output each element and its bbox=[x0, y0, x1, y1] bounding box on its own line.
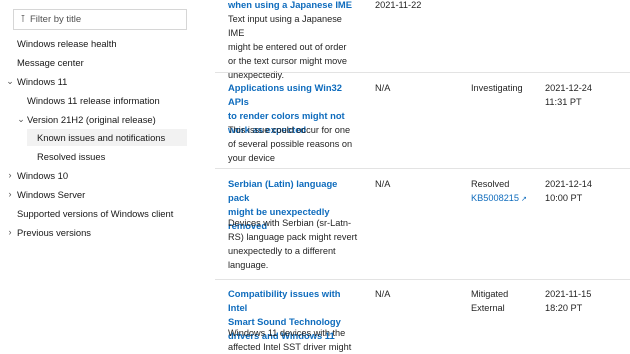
sidebar-item-windows-10[interactable]: Windows 10 bbox=[17, 167, 68, 184]
sidebar-item-windows-11[interactable]: Windows 11 bbox=[17, 73, 67, 90]
status-text: Investigating bbox=[471, 83, 523, 93]
chevron-down-icon[interactable]: ⌄ bbox=[17, 111, 25, 128]
row-divider bbox=[215, 72, 630, 73]
status-cell: Resolved KB5008215 ↗ bbox=[471, 177, 527, 207]
row-divider bbox=[215, 279, 630, 280]
issue-date: 2021-11-15 18:20 PT bbox=[545, 289, 592, 313]
status-text: Mitigated External bbox=[471, 289, 509, 313]
sidebar-item-windows-server[interactable]: Windows Server bbox=[17, 186, 85, 203]
sidebar-item-message-center[interactable]: Message center bbox=[17, 54, 84, 71]
chevron-right-icon[interactable]: › bbox=[6, 224, 14, 241]
originating-update: N/A bbox=[375, 83, 391, 93]
filter-box[interactable]: ⊺ bbox=[13, 9, 187, 30]
row-divider bbox=[215, 168, 630, 169]
sidebar-item-version-21h2[interactable]: Version 21H2 (original release) bbox=[27, 111, 156, 128]
issue-date: 2021-12-14 10:00 PT bbox=[545, 179, 592, 203]
sidebar-item-resolved-issues[interactable]: Resolved issues bbox=[37, 148, 105, 165]
sidebar-item-previous-versions[interactable]: Previous versions bbox=[17, 224, 91, 241]
issue-description: This issue could occur for one of severa… bbox=[228, 125, 353, 163]
kb-link[interactable]: KB5008215 bbox=[471, 193, 519, 203]
issue-description: Devices with Serbian (sr-Latn- RS) langu… bbox=[228, 218, 358, 270]
filter-input[interactable] bbox=[30, 14, 180, 25]
sidebar-item-windows-release-health[interactable]: Windows release health bbox=[17, 35, 117, 52]
issue-description: Windows 11 devices with the affected Int… bbox=[228, 328, 352, 352]
external-link-icon: ↗ bbox=[521, 196, 527, 203]
known-issues-table: when using a Japanese IME Text input usi… bbox=[215, 0, 630, 354]
originating-update: N/A bbox=[375, 179, 391, 189]
filter-icon: ⊺ bbox=[20, 14, 26, 25]
status-text: Resolved bbox=[471, 179, 510, 189]
sidebar-nav: ⊺ Windows release health Message center … bbox=[0, 0, 192, 354]
chevron-right-icon[interactable]: › bbox=[6, 167, 14, 184]
chevron-down-icon[interactable]: ⌄ bbox=[6, 73, 14, 90]
originating-update: N/A bbox=[375, 289, 391, 299]
chevron-right-icon[interactable]: › bbox=[6, 186, 14, 203]
sidebar-item-supported-versions[interactable]: Supported versions of Windows client bbox=[17, 205, 173, 222]
sidebar-item-known-issues[interactable]: Known issues and notifications bbox=[27, 129, 187, 146]
issue-title-link[interactable]: when using a Japanese IME bbox=[228, 0, 358, 12]
issue-date: 2021-11-22 bbox=[375, 0, 422, 10]
issue-date: 2021-12-24 11:31 PT bbox=[545, 83, 592, 107]
sidebar-item-windows-11-release-information[interactable]: Windows 11 release information bbox=[27, 92, 160, 109]
